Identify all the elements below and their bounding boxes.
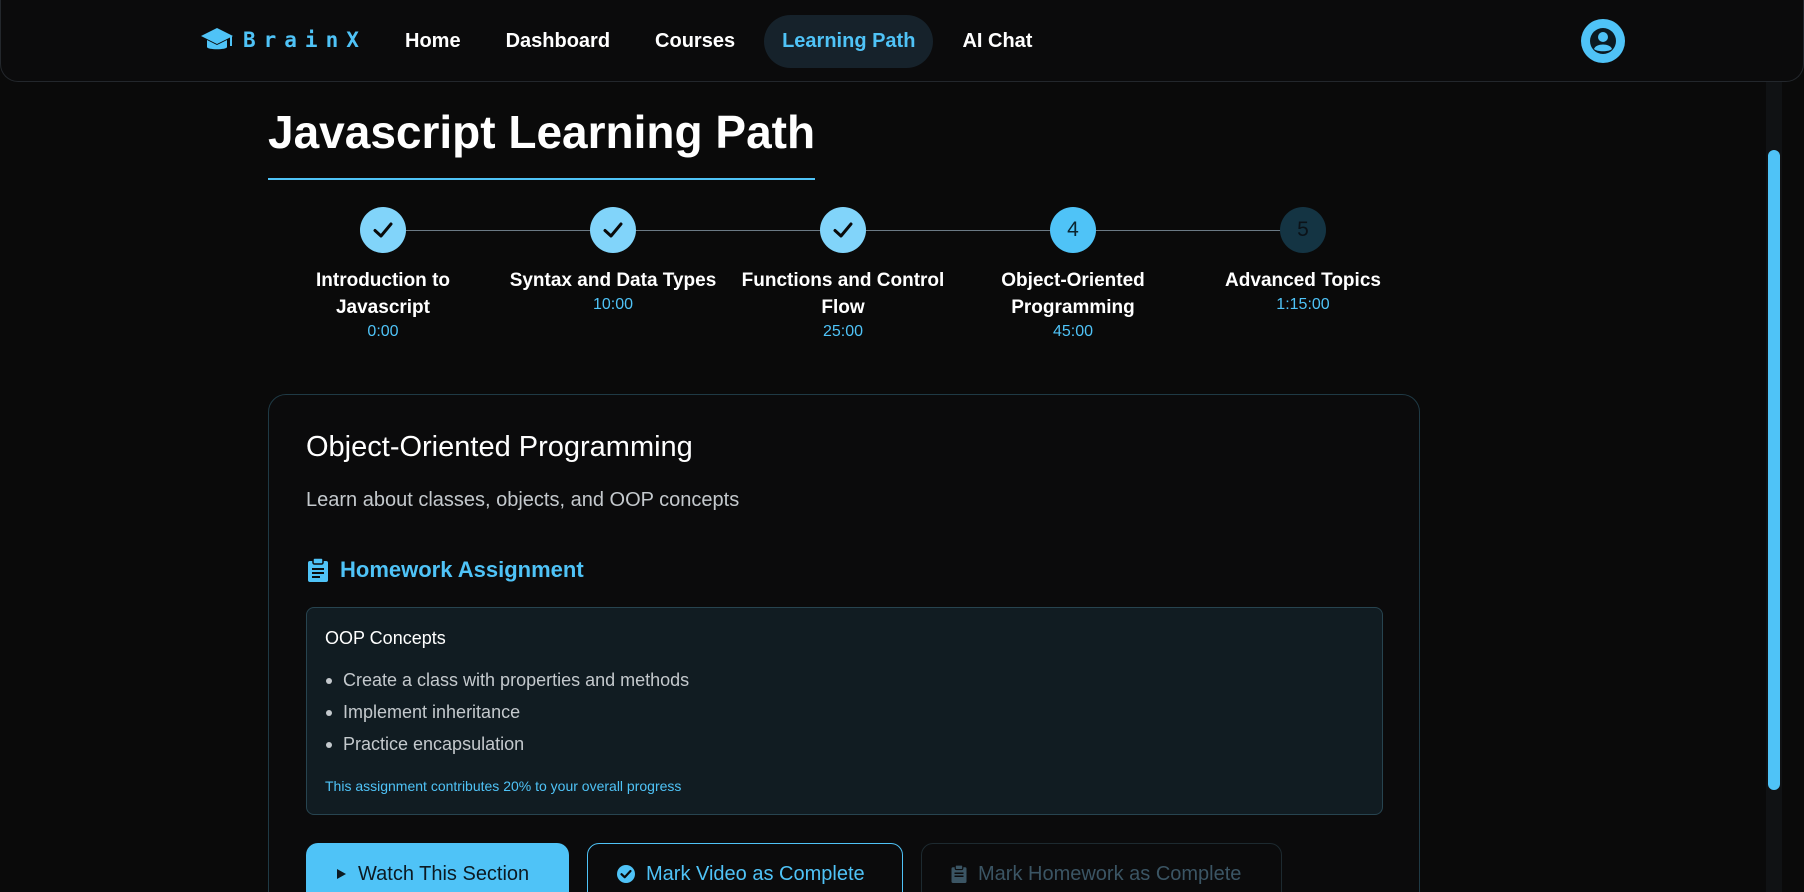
profile-button[interactable]: [1581, 19, 1625, 63]
user-circle-icon: [1590, 28, 1616, 54]
step-time: 0:00: [367, 323, 399, 340]
scrollbar-thumb[interactable]: [1768, 150, 1780, 790]
top-navbar: BrainX Home Dashboard Courses Learning P…: [0, 0, 1804, 82]
step-title: Advanced Topics: [1225, 270, 1381, 291]
step-title: Object-Oriented Programming: [1001, 270, 1145, 318]
nav-dashboard[interactable]: Dashboard: [490, 15, 626, 68]
section-title: Object-Oriented Programming: [306, 431, 693, 463]
page-title: Javascript Learning Path: [268, 104, 816, 180]
brand-name: BrainX: [243, 28, 367, 52]
mark-homework-label: Mark Homework as Complete: [978, 862, 1242, 885]
learning-path-page: BrainX Home Dashboard Courses Learning P…: [0, 0, 1804, 892]
nav-home[interactable]: Home: [389, 15, 477, 68]
homework-task-list: Create a class with properties and metho…: [325, 664, 689, 760]
nav-ai-chat[interactable]: AI Chat: [946, 15, 1048, 68]
step-3[interactable]: Functions and Control Flow 25:00: [728, 207, 958, 343]
homework-weight-note: This assignment contributes 20% to your …: [325, 778, 682, 794]
homework-task: Practice encapsulation: [325, 728, 689, 760]
main-nav: Home Dashboard Courses Learning Path AI …: [389, 15, 1061, 68]
step-5[interactable]: 5 Advanced Topics 1:15:00: [1188, 207, 1418, 316]
homework-task: Create a class with properties and metho…: [325, 664, 689, 696]
step-time: 45:00: [1052, 323, 1094, 340]
step-title: Syntax and Data Types: [509, 270, 717, 291]
step-time: 25:00: [822, 323, 864, 340]
progress-stepper: Introduction to Javascript 0:00 Syntax a…: [268, 207, 1418, 365]
step-title: Functions and Control Flow: [741, 270, 945, 318]
check-icon: [833, 222, 853, 238]
step-1[interactable]: Introduction to Javascript 0:00: [268, 207, 498, 343]
step-number-circle: 5: [1280, 207, 1326, 253]
step-check-circle: [590, 207, 636, 253]
step-title: Introduction to Javascript: [315, 270, 451, 318]
check-icon: [603, 222, 623, 238]
mark-homework-complete-button[interactable]: Mark Homework as Complete: [921, 843, 1282, 892]
step-check-circle: [820, 207, 866, 253]
mark-video-complete-button[interactable]: Mark Video as Complete: [587, 843, 903, 892]
section-card: Object-Oriented Programming Learn about …: [268, 394, 1420, 892]
step-time: 10:00: [592, 296, 634, 313]
step-time: 1:15:00: [1276, 296, 1330, 313]
check-circle-icon: [616, 864, 636, 884]
section-description: Learn about classes, objects, and OOP co…: [306, 489, 740, 511]
clipboard-icon: [950, 864, 968, 884]
check-icon: [373, 222, 393, 238]
homework-box: OOP Concepts Create a class with propert…: [306, 607, 1383, 815]
step-check-circle: [360, 207, 406, 253]
homework-name: OOP Concepts: [325, 628, 446, 648]
step-2[interactable]: Syntax and Data Types 10:00: [498, 207, 728, 316]
watch-section-button[interactable]: Watch This Section: [306, 843, 569, 892]
clipboard-icon: [308, 557, 328, 582]
homework-task: Implement inheritance: [325, 696, 689, 728]
homework-header: Homework Assignment: [306, 557, 584, 583]
nav-courses[interactable]: Courses: [639, 15, 751, 68]
play-icon: [334, 867, 348, 881]
step-4[interactable]: 4 Object-Oriented Programming 45:00: [958, 207, 1188, 343]
step-number-circle: 4: [1050, 207, 1096, 253]
graduation-cap-icon: [201, 28, 233, 50]
mark-video-label: Mark Video as Complete: [646, 862, 865, 885]
homework-heading: Homework Assignment: [340, 557, 584, 582]
brand-logo[interactable]: BrainX: [199, 25, 367, 55]
watch-section-label: Watch This Section: [358, 862, 530, 885]
nav-learning-path[interactable]: Learning Path: [764, 15, 934, 68]
